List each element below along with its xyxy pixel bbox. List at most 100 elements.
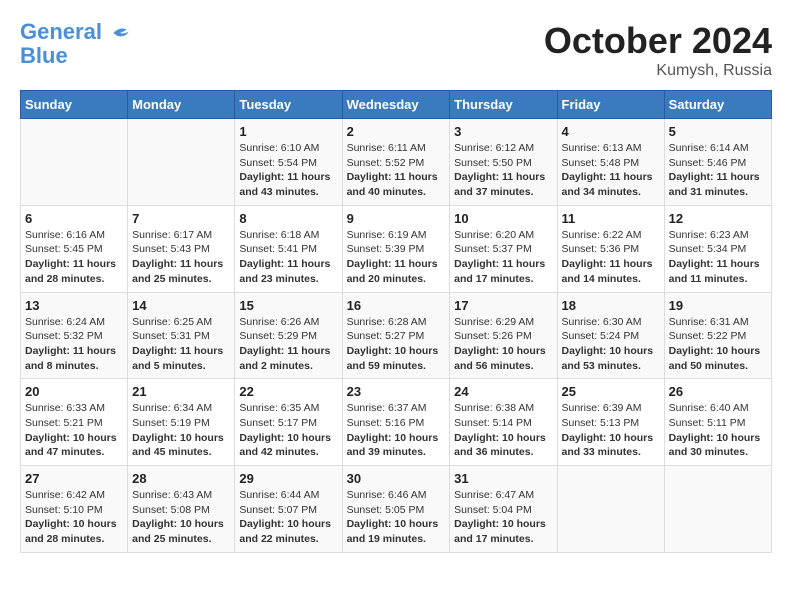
calendar-cell: 8 Sunrise: 6:18 AMSunset: 5:41 PMDaylight… <box>235 205 342 292</box>
calendar-body: 1 Sunrise: 6:10 AMSunset: 5:54 PMDaylight… <box>21 119 772 553</box>
day-header-monday: Monday <box>128 91 235 119</box>
calendar-cell <box>128 119 235 206</box>
day-number: 24 <box>454 384 552 399</box>
calendar-cell <box>21 119 128 206</box>
day-content: Sunrise: 6:37 AMSunset: 5:16 PMDaylight:… <box>347 401 446 460</box>
day-number: 20 <box>25 384 123 399</box>
day-number: 28 <box>132 471 230 486</box>
day-content: Sunrise: 6:33 AMSunset: 5:21 PMDaylight:… <box>25 401 123 460</box>
day-content: Sunrise: 6:31 AMSunset: 5:22 PMDaylight:… <box>669 315 767 374</box>
calendar-cell: 13 Sunrise: 6:24 AMSunset: 5:32 PMDayligh… <box>21 292 128 379</box>
day-content: Sunrise: 6:10 AMSunset: 5:54 PMDaylight:… <box>239 141 337 200</box>
day-number: 26 <box>669 384 767 399</box>
day-number: 31 <box>454 471 552 486</box>
day-content: Sunrise: 6:12 AMSunset: 5:50 PMDaylight:… <box>454 141 552 200</box>
calendar-cell: 11Sunrise: 6:22 AMSunset: 5:36 PMDayligh… <box>557 205 664 292</box>
calendar-week-row: 27Sunrise: 6:42 AMSunset: 5:10 PMDayligh… <box>21 466 772 553</box>
day-number: 2 <box>347 124 446 139</box>
day-number: 13 <box>25 298 123 313</box>
calendar-cell: 12Sunrise: 6:23 AMSunset: 5:34 PMDayligh… <box>664 205 771 292</box>
calendar-cell: 16Sunrise: 6:28 AMSunset: 5:27 PMDayligh… <box>342 292 450 379</box>
day-number: 1 <box>239 124 337 139</box>
day-header-thursday: Thursday <box>450 91 557 119</box>
day-content: Sunrise: 6:34 AMSunset: 5:19 PMDaylight:… <box>132 401 230 460</box>
calendar-cell: 24 Sunrise: 6:38 AMSunset: 5:14 PMDayligh… <box>450 379 557 466</box>
day-number: 5 <box>669 124 767 139</box>
day-content: Sunrise: 6:38 AMSunset: 5:14 PMDaylight:… <box>454 401 552 460</box>
day-content: Sunrise: 6:30 AMSunset: 5:24 PMDaylight:… <box>562 315 660 374</box>
calendar-cell: 20 Sunrise: 6:33 AMSunset: 5:21 PMDayligh… <box>21 379 128 466</box>
day-content: Sunrise: 6:23 AMSunset: 5:34 PMDaylight:… <box>669 228 767 287</box>
day-content: Sunrise: 6:29 AMSunset: 5:26 PMDaylight:… <box>454 315 552 374</box>
day-header-sunday: Sunday <box>21 91 128 119</box>
day-number: 22 <box>239 384 337 399</box>
day-content: Sunrise: 6:40 AMSunset: 5:11 PMDaylight:… <box>669 401 767 460</box>
calendar-cell: 10 Sunrise: 6:20 AMSunset: 5:37 PMDayligh… <box>450 205 557 292</box>
day-content: Sunrise: 6:18 AMSunset: 5:41 PMDaylight:… <box>239 228 337 287</box>
calendar-cell: 22 Sunrise: 6:35 AMSunset: 5:17 PMDayligh… <box>235 379 342 466</box>
day-number: 19 <box>669 298 767 313</box>
month-title: October 2024 <box>544 20 772 62</box>
page-header: General Blue October 2024 Kumysh, Russia <box>20 20 772 80</box>
calendar-cell: 25Sunrise: 6:39 AMSunset: 5:13 PMDayligh… <box>557 379 664 466</box>
day-number: 8 <box>239 211 337 226</box>
calendar-cell: 28 Sunrise: 6:43 AMSunset: 5:08 PMDayligh… <box>128 466 235 553</box>
day-content: Sunrise: 6:26 AMSunset: 5:29 PMDaylight:… <box>239 315 337 374</box>
title-area: October 2024 Kumysh, Russia <box>544 20 772 80</box>
calendar-header-row: SundayMondayTuesdayWednesdayThursdayFrid… <box>21 91 772 119</box>
day-number: 15 <box>239 298 337 313</box>
day-content: Sunrise: 6:35 AMSunset: 5:17 PMDaylight:… <box>239 401 337 460</box>
calendar-cell: 15 Sunrise: 6:26 AMSunset: 5:29 PMDayligh… <box>235 292 342 379</box>
calendar-cell: 5Sunrise: 6:14 AMSunset: 5:46 PMDaylight… <box>664 119 771 206</box>
calendar-cell: 3Sunrise: 6:12 AMSunset: 5:50 PMDaylight… <box>450 119 557 206</box>
day-number: 14 <box>132 298 230 313</box>
calendar-cell: 18 Sunrise: 6:30 AMSunset: 5:24 PMDayligh… <box>557 292 664 379</box>
calendar-cell: 30 Sunrise: 6:46 AMSunset: 5:05 PMDayligh… <box>342 466 450 553</box>
calendar-cell: 23 Sunrise: 6:37 AMSunset: 5:16 PMDayligh… <box>342 379 450 466</box>
day-header-wednesday: Wednesday <box>342 91 450 119</box>
day-number: 27 <box>25 471 123 486</box>
logo-text: General <box>20 20 130 44</box>
day-header-tuesday: Tuesday <box>235 91 342 119</box>
location: Kumysh, Russia <box>544 62 772 80</box>
day-number: 6 <box>25 211 123 226</box>
day-number: 10 <box>454 211 552 226</box>
day-number: 7 <box>132 211 230 226</box>
day-content: Sunrise: 6:20 AMSunset: 5:37 PMDaylight:… <box>454 228 552 287</box>
day-content: Sunrise: 6:19 AMSunset: 5:39 PMDaylight:… <box>347 228 446 287</box>
day-number: 16 <box>347 298 446 313</box>
calendar-cell: 19 Sunrise: 6:31 AMSunset: 5:22 PMDayligh… <box>664 292 771 379</box>
day-header-friday: Friday <box>557 91 664 119</box>
calendar-cell: 21 Sunrise: 6:34 AMSunset: 5:19 PMDayligh… <box>128 379 235 466</box>
day-content: Sunrise: 6:46 AMSunset: 5:05 PMDaylight:… <box>347 488 446 547</box>
logo-bird-icon <box>110 26 130 40</box>
day-number: 9 <box>347 211 446 226</box>
day-content: Sunrise: 6:13 AMSunset: 5:48 PMDaylight:… <box>562 141 660 200</box>
day-number: 11 <box>562 211 660 226</box>
calendar-cell: 17 Sunrise: 6:29 AMSunset: 5:26 PMDayligh… <box>450 292 557 379</box>
calendar-cell: 26 Sunrise: 6:40 AMSunset: 5:11 PMDayligh… <box>664 379 771 466</box>
calendar-cell: 2 Sunrise: 6:11 AMSunset: 5:52 PMDaylight… <box>342 119 450 206</box>
calendar-week-row: 6 Sunrise: 6:16 AMSunset: 5:45 PMDaylight… <box>21 205 772 292</box>
day-number: 23 <box>347 384 446 399</box>
day-header-saturday: Saturday <box>664 91 771 119</box>
day-number: 4 <box>562 124 660 139</box>
calendar-table: SundayMondayTuesdayWednesdayThursdayFrid… <box>20 90 772 553</box>
day-content: Sunrise: 6:25 AMSunset: 5:31 PMDaylight:… <box>132 315 230 374</box>
day-number: 30 <box>347 471 446 486</box>
day-content: Sunrise: 6:24 AMSunset: 5:32 PMDaylight:… <box>25 315 123 374</box>
calendar-week-row: 13 Sunrise: 6:24 AMSunset: 5:32 PMDayligh… <box>21 292 772 379</box>
logo: General Blue <box>20 20 130 68</box>
day-number: 17 <box>454 298 552 313</box>
day-number: 21 <box>132 384 230 399</box>
day-number: 25 <box>562 384 660 399</box>
calendar-cell: 7Sunrise: 6:17 AMSunset: 5:43 PMDaylight… <box>128 205 235 292</box>
day-content: Sunrise: 6:44 AMSunset: 5:07 PMDaylight:… <box>239 488 337 547</box>
calendar-cell: 6 Sunrise: 6:16 AMSunset: 5:45 PMDaylight… <box>21 205 128 292</box>
day-content: Sunrise: 6:11 AMSunset: 5:52 PMDaylight:… <box>347 141 446 200</box>
day-content: Sunrise: 6:43 AMSunset: 5:08 PMDaylight:… <box>132 488 230 547</box>
day-number: 18 <box>562 298 660 313</box>
calendar-cell: 29Sunrise: 6:44 AMSunset: 5:07 PMDayligh… <box>235 466 342 553</box>
logo-line2: Blue <box>20 44 68 68</box>
day-content: Sunrise: 6:16 AMSunset: 5:45 PMDaylight:… <box>25 228 123 287</box>
